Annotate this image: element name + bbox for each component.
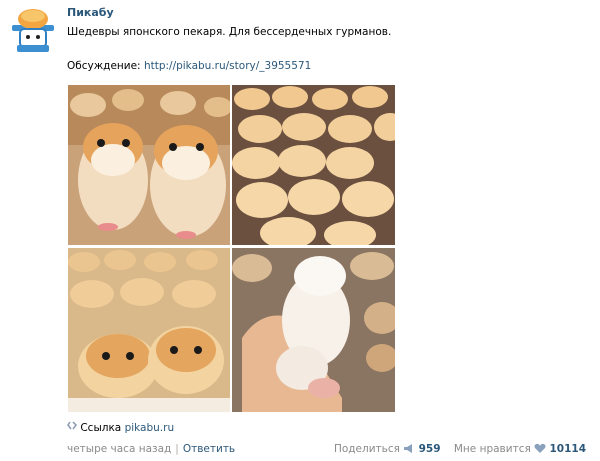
pikabu-logo-icon xyxy=(8,5,58,55)
like-button[interactable]: Мне нравится 10114 xyxy=(454,443,586,455)
share-button[interactable]: Поделиться 959 xyxy=(334,443,444,455)
photo-2[interactable] xyxy=(232,85,395,245)
megaphone-icon xyxy=(404,444,413,453)
post-time[interactable]: четыре часа назад xyxy=(67,443,171,455)
discussion-link[interactable]: http://pikabu.ru/story/_3955571 xyxy=(144,60,311,72)
heart-icon xyxy=(534,443,546,453)
attachment-domain[interactable]: pikabu.ru xyxy=(125,422,175,434)
share-count: 959 xyxy=(418,443,441,455)
like-count: 10114 xyxy=(549,443,586,455)
share-label: Поделиться xyxy=(333,443,400,455)
discussion-label: Обсуждение: xyxy=(67,60,141,72)
attachment-link[interactable]: Ссылка pikabu.ru xyxy=(67,420,174,434)
discussion-line: Обсуждение: http://pikabu.ru/story/_3955… xyxy=(67,60,311,72)
like-label: Мне нравится xyxy=(453,443,531,455)
post-author[interactable]: Пикабу xyxy=(67,6,114,19)
photo-1[interactable] xyxy=(68,85,230,245)
photo-grid xyxy=(68,85,395,412)
post-meta: четыре часа назад | Ответить xyxy=(67,443,235,455)
post-text: Шедевры японского пекаря. Для бессердечн… xyxy=(67,26,392,38)
avatar[interactable] xyxy=(8,5,58,55)
attachment-label: Ссылка xyxy=(80,422,122,434)
photo-4[interactable] xyxy=(232,248,395,412)
reply-link[interactable]: Ответить xyxy=(183,443,235,455)
photo-3[interactable] xyxy=(68,248,230,412)
post-actions: Поделиться 959 Мне нравится 10114 xyxy=(334,443,586,455)
link-icon xyxy=(67,421,77,430)
separator: | xyxy=(175,443,179,455)
